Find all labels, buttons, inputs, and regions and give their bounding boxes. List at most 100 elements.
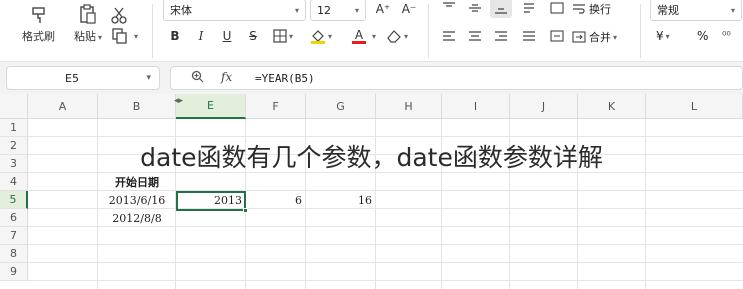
spreadsheet-grid[interactable]: A B E F G H I J K L ◂▸ 1 2 3 4 5 6 7 8 9… [0,94,743,289]
row-header-1[interactable]: 1 [0,119,28,137]
ribbon-divider [428,4,429,58]
hidden-columns-marker-icon[interactable]: ◂▸ [174,96,183,106]
column-header-i[interactable]: I [442,94,510,119]
shrink-font-icon: A⁻ [401,2,417,16]
justify-icon [523,31,535,41]
italic-button[interactable]: I [190,26,212,46]
cell-b6[interactable]: 2012/8/8 [98,209,176,227]
fill-color-button[interactable]: ▾ [310,26,332,46]
justify-button[interactable] [518,26,540,46]
column-header-g[interactable]: G [306,94,376,119]
paint-bucket-icon [310,30,325,44]
cell-b5[interactable]: 2013/6/16 [98,191,176,209]
cut-button[interactable] [110,2,128,24]
number-format-value: 常规 [657,4,679,17]
column-header-b[interactable]: B [98,94,176,119]
column-header-e[interactable]: E [176,94,246,119]
row-header-6[interactable]: 6 [0,209,28,227]
row-header-5[interactable]: 5 [0,191,28,209]
thousands-icon: ⁰⁰ [722,29,731,42]
cell-f5[interactable]: 6 [246,191,306,209]
font-name-select[interactable]: 宋体 ▾ [163,0,306,21]
merge-label: 合并 [589,31,611,44]
column-header-j[interactable]: J [510,94,578,119]
column-header-f[interactable]: F [246,94,306,119]
border-icon [273,29,287,43]
percent-button[interactable]: % [697,29,708,43]
underline-icon: U [222,29,232,43]
cell-b4[interactable]: 开始日期 [98,173,176,191]
border-button[interactable]: ▾ [272,26,294,46]
clear-format-button[interactable]: ▾ [386,26,408,46]
currency-button[interactable]: ¥ ▾ [656,29,670,43]
fill-handle[interactable] [243,208,248,213]
format-painter-label: 格式刷 [22,30,55,43]
select-all-corner[interactable] [0,94,28,119]
italic-icon: I [198,29,204,43]
comma-style-button[interactable]: ⁰⁰ [722,29,731,42]
text-direction-icon [524,3,534,13]
column-header-l[interactable]: L [646,94,743,119]
distribute-button[interactable] [546,26,568,46]
wrap-text-label: 换行 [589,3,611,16]
ribbon-divider [640,4,641,58]
align-right-button[interactable] [490,26,512,46]
font-size-select[interactable]: 12 ▾ [310,0,366,21]
currency-icon: ¥ [656,29,664,43]
align-center-button[interactable] [464,26,486,46]
bold-button[interactable]: B [164,26,186,46]
gridline [28,136,743,137]
name-box[interactable]: E5 ▾ [6,66,160,90]
merge-icon [572,31,586,43]
column-header-k[interactable]: K [578,94,646,119]
grow-font-button[interactable]: A⁺ [372,0,394,19]
strikethrough-icon: S [249,29,257,43]
overlay-title: date函数有几个参数，date函数参数详解 [140,143,603,172]
insert-function-icon[interactable]: fx [221,70,232,84]
row-header-9[interactable]: 9 [0,263,28,281]
shrink-font-button[interactable]: A⁻ [398,0,420,19]
font-size-value: 12 [317,3,331,17]
ribbon-toolbar: 格式刷 粘贴 ▾ ▾ 宋体 ▾ 12 ▾ A⁺ A⁻ B I U S ▾ ▾ A… [0,0,743,62]
copy-button[interactable] [112,28,128,44]
paste-label: 粘贴 [74,30,96,43]
wrap-text-button[interactable]: 换行 [572,1,611,17]
scissors-icon [110,2,128,24]
underline-button[interactable]: U [216,26,238,46]
bold-icon: B [170,29,180,43]
orientation-button[interactable] [518,0,540,18]
align-center-icon [469,31,481,41]
font-color-chevron-down-icon[interactable]: ▾ [372,32,376,41]
row-header-4[interactable]: 4 [0,173,28,191]
gridline [28,280,743,281]
align-top-button[interactable] [438,0,460,18]
number-format-select[interactable]: 常规 ▾ [650,0,742,21]
column-header-a[interactable]: A [28,94,98,119]
chevron-down-icon: ▾ [98,33,103,42]
font-color-icon: A [354,27,364,42]
zoom-search-icon[interactable] [191,70,204,86]
row-header-8[interactable]: 8 [0,245,28,263]
copy-chevron-down-icon[interactable]: ▾ [134,32,138,41]
chevron-down-icon: ▾ [730,5,735,15]
paste-button[interactable]: 粘贴 ▾ [74,2,102,44]
indent-button[interactable] [546,0,568,18]
align-bottom-button[interactable] [490,0,512,18]
column-header-h[interactable]: H [376,94,442,119]
format-painter-button[interactable]: 格式刷 [22,2,55,44]
font-color-button[interactable]: A [348,26,370,46]
formula-text: =YEAR(B5) [255,72,315,85]
align-bottom-icon [495,8,507,14]
gridline [28,244,743,245]
active-cell-selection[interactable] [176,191,248,213]
strikethrough-button[interactable]: S [242,26,264,46]
align-middle-button[interactable] [464,0,486,18]
formula-input[interactable]: fx =YEAR(B5) [170,66,743,90]
align-left-button[interactable] [438,26,460,46]
font-name-value: 宋体 [170,4,192,17]
format-painter-icon [30,2,48,24]
cell-g5[interactable]: 16 [306,191,376,209]
merge-button[interactable]: 合并 ▾ [572,29,617,45]
row-header-7[interactable]: 7 [0,227,28,245]
grow-font-icon: A⁺ [375,2,391,16]
